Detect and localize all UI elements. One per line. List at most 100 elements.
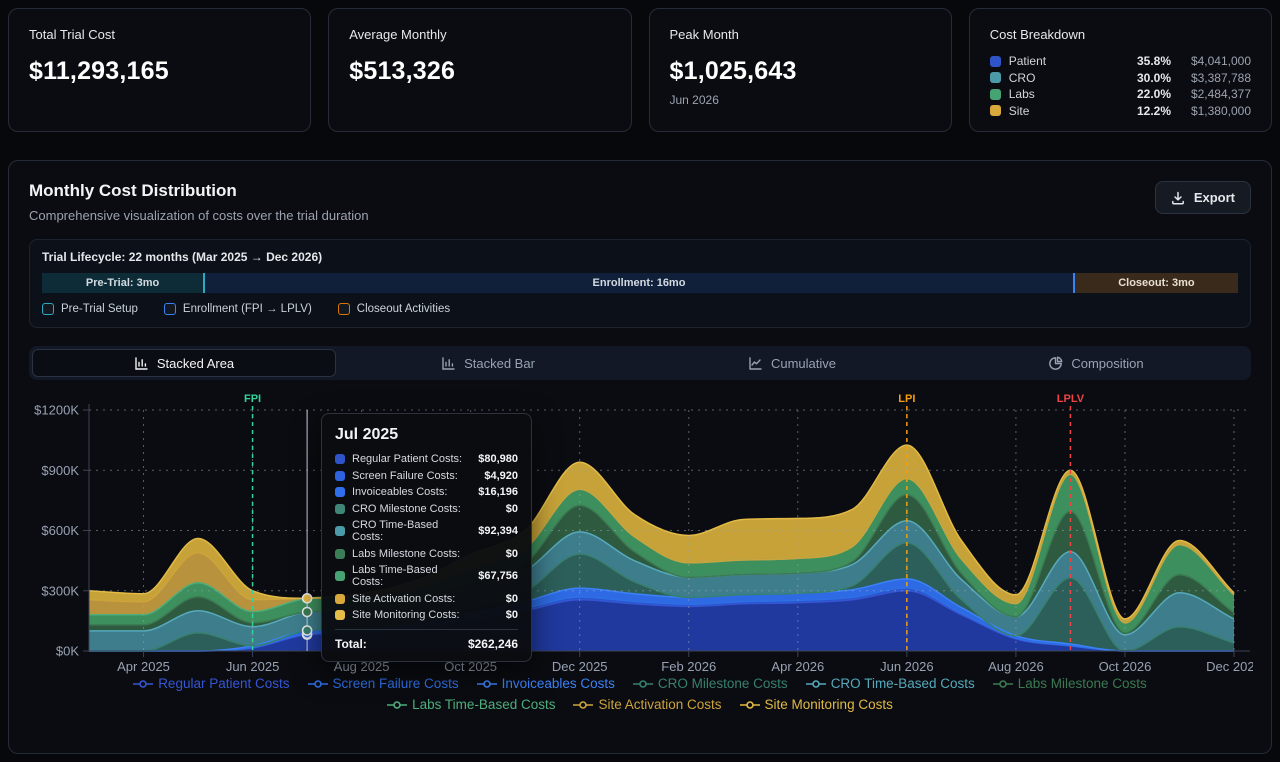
monthly-cost-panel: Monthly Cost Distribution Comprehensive … xyxy=(8,160,1272,754)
export-button[interactable]: Export xyxy=(1155,181,1251,214)
tooltip-row-value: $4,920 xyxy=(484,470,518,482)
legend-item-cro-time-based-costs[interactable]: CRO Time-Based Costs xyxy=(806,676,975,691)
tooltip-row-label: Screen Failure Costs: xyxy=(352,470,477,482)
breakdown-rows: Patient 35.8% $4,041,000 CRO 30.0% $3,38… xyxy=(990,53,1251,119)
segment-pre-trial: Pre-Trial: 3mo xyxy=(42,273,205,293)
legend-label: Regular Patient Costs xyxy=(158,676,289,691)
legend-item-regular-patient-costs[interactable]: Regular Patient Costs xyxy=(133,676,289,691)
stat-value: $1,025,643 xyxy=(670,57,931,86)
x-tick-label: Apr 2025 xyxy=(117,659,170,674)
series-swatch xyxy=(335,526,345,536)
chart-tooltip: Jul 2025 Regular Patient Costs:$80,980Sc… xyxy=(321,413,532,662)
series-swatch xyxy=(335,571,345,581)
legend-line-icon xyxy=(477,679,497,689)
line-chart-icon xyxy=(748,356,763,371)
checkbox-icon xyxy=(338,303,350,315)
tooltip-total-label: Total: xyxy=(335,637,367,651)
tooltip-row: Site Monitoring Costs: $0 xyxy=(335,609,518,621)
stat-card-peak-month: Peak Month $1,025,643 Jun 2026 xyxy=(649,8,952,132)
stat-label: Average Monthly xyxy=(349,27,610,42)
page-title: Monthly Cost Distribution xyxy=(29,181,369,201)
legend-item-labs-time-based-costs[interactable]: Labs Time-Based Costs xyxy=(387,697,555,712)
tab-label: Stacked Area xyxy=(157,356,234,371)
tab-stacked-area[interactable]: Stacked Area xyxy=(32,349,336,377)
checkbox-icon xyxy=(164,303,176,315)
tab-label: Stacked Bar xyxy=(464,356,535,371)
breakdown-name: CRO xyxy=(1009,71,1129,85)
stat-value: $513,326 xyxy=(349,57,610,86)
legend-pre-trial-setup[interactable]: Pre-Trial Setup xyxy=(42,303,138,315)
legend-label: Site Activation Costs xyxy=(598,697,721,712)
tooltip-title: Jul 2025 xyxy=(335,426,518,444)
tooltip-row-value: $92,394 xyxy=(478,525,518,537)
trial-lifecycle-panel: Trial Lifecycle: 22 months (Mar 2025 → D… xyxy=(29,239,1251,328)
legend-enrollment[interactable]: Enrollment (FPI → LPLV) xyxy=(164,303,312,315)
legend-item-screen-failure-costs[interactable]: Screen Failure Costs xyxy=(308,676,459,691)
tooltip-row-label: Site Monitoring Costs: xyxy=(352,609,499,621)
x-tick-label: Jun 2026 xyxy=(880,659,934,674)
tooltip-row: Regular Patient Costs: $80,980 xyxy=(335,453,518,465)
stat-card-total-trial-cost: Total Trial Cost $11,293,165 xyxy=(8,8,311,132)
legend-item-labs-milestone-costs[interactable]: Labs Milestone Costs xyxy=(993,676,1147,691)
series-swatch xyxy=(335,610,345,620)
breakdown-row: Labs 22.0% $2,484,377 xyxy=(990,86,1251,103)
hover-dot-3 xyxy=(303,626,312,635)
tab-stacked-bar[interactable]: Stacked Bar xyxy=(336,349,640,377)
pie-chart-icon xyxy=(1048,356,1063,371)
legend-label: Site Monitoring Costs xyxy=(765,697,893,712)
legend-closeout-activities[interactable]: Closeout Activities xyxy=(338,303,450,315)
tooltip-row-label: Site Activation Costs: xyxy=(352,593,499,605)
breakdown-amount: $3,387,788 xyxy=(1179,71,1251,85)
tooltip-row-value: $0 xyxy=(506,609,518,621)
stacked-area-chart[interactable]: $0K$300K$600K$900K$1200KApr 2025Jun 2025… xyxy=(29,392,1251,712)
legend-line-icon xyxy=(573,700,593,710)
series-swatch xyxy=(335,504,345,514)
tooltip-row: Screen Failure Costs: $4,920 xyxy=(335,470,518,482)
legend-item-site-monitoring-costs[interactable]: Site Monitoring Costs xyxy=(740,697,893,712)
y-tick-label: $300K xyxy=(41,583,79,598)
legend-label: Labs Milestone Costs xyxy=(1018,676,1147,691)
legend-label: Closeout Activities xyxy=(357,303,450,315)
stat-card-cost-breakdown: Cost Breakdown Patient 35.8% $4,041,000 … xyxy=(969,8,1272,132)
lifecycle-legend: Pre-Trial Setup Enrollment (FPI → LPLV) … xyxy=(42,303,1238,315)
tooltip-row-label: Labs Milestone Costs: xyxy=(352,548,499,560)
tab-label: Cumulative xyxy=(771,356,836,371)
breakdown-pct: 12.2% xyxy=(1137,104,1171,118)
tooltip-row-value: $80,980 xyxy=(478,453,518,465)
site-swatch xyxy=(990,105,1001,116)
legend-label: CRO Milestone Costs xyxy=(658,676,788,691)
lifecycle-bar: Pre-Trial: 3mo Enrollment: 16mo Closeout… xyxy=(42,273,1238,293)
bar-chart-icon xyxy=(134,356,149,371)
tab-cumulative[interactable]: Cumulative xyxy=(640,349,944,377)
tooltip-row: Labs Milestone Costs:$0 xyxy=(335,548,518,560)
stat-value: $11,293,165 xyxy=(29,57,290,86)
series-swatch xyxy=(335,594,345,604)
chart-view-tabs: Stacked Area Stacked Bar Cumulative Comp… xyxy=(29,346,1251,380)
x-tick-label: Feb 2026 xyxy=(661,659,716,674)
legend-item-cro-milestone-costs[interactable]: CRO Milestone Costs xyxy=(633,676,788,691)
checkbox-icon xyxy=(42,303,54,315)
breakdown-name: Labs xyxy=(1009,87,1129,101)
legend-label: Invoiceables Costs xyxy=(502,676,615,691)
x-tick-label: Dec 2026 xyxy=(1206,659,1253,674)
legend-label: Labs Time-Based Costs xyxy=(412,697,555,712)
breakdown-name: Site xyxy=(1009,104,1129,118)
breakdown-row: Site 12.2% $1,380,000 xyxy=(990,103,1251,120)
legend-item-invoiceables-costs[interactable]: Invoiceables Costs xyxy=(477,676,615,691)
series-swatch xyxy=(335,471,345,481)
tooltip-row-label: Labs Time-Based Costs: xyxy=(352,564,471,588)
tooltip-row-label: Regular Patient Costs: xyxy=(352,453,471,465)
tooltip-row-label: CRO Time-Based Costs: xyxy=(352,519,471,543)
chart-canvas[interactable]: $0K$300K$600K$900K$1200KApr 2025Jun 2025… xyxy=(29,392,1253,674)
x-tick-label: Jun 2025 xyxy=(226,659,280,674)
dashboard: Total Trial Cost $11,293,165 Average Mon… xyxy=(0,0,1280,762)
legend-item-site-activation-costs[interactable]: Site Activation Costs xyxy=(573,697,721,712)
tooltip-row: Invoiceables Costs:$16,196 xyxy=(335,486,518,498)
panel-subtitle: Comprehensive visualization of costs ove… xyxy=(29,208,369,223)
tooltip-row: Labs Time-Based Costs:$67,756 xyxy=(335,564,518,588)
stat-card-average-monthly: Average Monthly $513,326 xyxy=(328,8,631,132)
x-tick-label: Apr 2026 xyxy=(771,659,824,674)
tab-composition[interactable]: Composition xyxy=(944,349,1248,377)
tooltip-row-label: Invoiceables Costs: xyxy=(352,486,471,498)
legend-line-icon xyxy=(133,679,153,689)
